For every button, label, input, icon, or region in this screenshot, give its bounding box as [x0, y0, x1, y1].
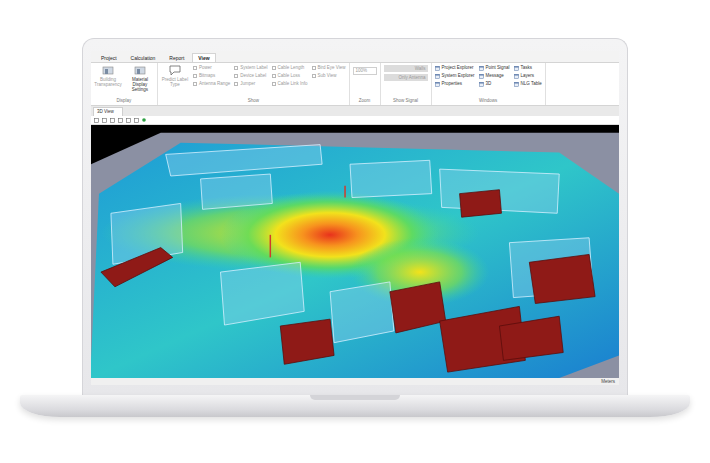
- window-toggle[interactable]: 3D: [479, 81, 510, 87]
- ribbon-checkbox[interactable]: Bird Eye View: [312, 65, 346, 71]
- window-icon: [435, 66, 440, 71]
- app-window: ProjectCalculationReportViewBuilding Tra…: [91, 51, 619, 385]
- window-toggle[interactable]: Point Signal: [479, 65, 510, 71]
- tool-icon[interactable]: [134, 118, 139, 123]
- ribbon-checkbox[interactable]: Cable Link Info: [272, 81, 308, 87]
- checkbox-box[interactable]: [193, 82, 197, 86]
- ribbon-tabs: ProjectCalculationReportView: [91, 51, 619, 62]
- ribbon-checkbox[interactable]: Device Label: [234, 73, 267, 79]
- group-label: Show: [161, 98, 346, 104]
- window-toggle[interactable]: NLG Table: [514, 81, 542, 87]
- ribbon-column: Bird Eye View Sub View: [312, 65, 346, 79]
- display-icon: [102, 65, 114, 76]
- checkbox-box[interactable]: [193, 74, 197, 78]
- ribbon-checkbox[interactable]: Bitmaps: [193, 73, 230, 79]
- signal-button[interactable]: Only Antenna: [384, 74, 428, 81]
- window-icon: [514, 82, 519, 87]
- 3d-view[interactable]: [91, 125, 619, 378]
- tool-icon[interactable]: [110, 118, 115, 123]
- laptop-base: [20, 395, 690, 417]
- checkbox-box[interactable]: [234, 74, 238, 78]
- laptop-screen: ProjectCalculationReportViewBuilding Tra…: [82, 38, 628, 395]
- ribbon-checkbox[interactable]: Power: [193, 65, 230, 71]
- window-toggle[interactable]: Message: [479, 73, 510, 79]
- laptop-mockup: ProjectCalculationReportViewBuilding Tra…: [0, 0, 710, 463]
- ribbon-group: 100% Zoom: [350, 63, 381, 105]
- ribbon-column: Project Explorer System Explorer Propertie…: [435, 65, 475, 87]
- window-icon: [479, 74, 484, 79]
- ribbon-group: Project Explorer System Explorer Propertie…: [432, 63, 546, 105]
- checkbox-box[interactable]: [272, 82, 276, 86]
- tool-icon[interactable]: [126, 118, 131, 123]
- ribbon-checkbox[interactable]: System Label: [234, 65, 267, 71]
- zoom-field[interactable]: 100%: [353, 67, 377, 75]
- status-bar: Meters: [91, 378, 619, 385]
- ribbon-column: Power Bitmaps Antenna Range: [193, 65, 230, 87]
- tool-icon[interactable]: [94, 118, 99, 123]
- display-icon: [134, 65, 146, 76]
- window-toggle[interactable]: Layers: [514, 73, 542, 79]
- group-label: Display: [94, 98, 154, 104]
- ribbon-checkbox[interactable]: Antenna Range: [193, 81, 230, 87]
- checkbox-box[interactable]: [272, 66, 276, 70]
- ribbon-big-button[interactable]: Predict Label Type: [161, 65, 189, 87]
- checkbox-box[interactable]: [193, 66, 197, 70]
- window-toggle[interactable]: Properties: [435, 81, 475, 87]
- ribbon-group: Walls Only Antenna Show Signal: [381, 63, 432, 105]
- speech-bubble-icon: [169, 65, 181, 76]
- ribbon-tab[interactable]: View: [192, 53, 215, 62]
- signal-button[interactable]: Walls: [384, 65, 428, 72]
- ribbon-checkbox[interactable]: Cable Loss: [272, 73, 308, 79]
- checkbox-box[interactable]: [312, 74, 316, 78]
- ribbon-group: Predict Label Type Power Bitmaps Antenna Ra…: [158, 63, 350, 105]
- signal-heatmap-3d[interactable]: [91, 125, 619, 378]
- status-dot-icon: [142, 118, 146, 122]
- ribbon-checkbox[interactable]: Sub View: [312, 73, 346, 79]
- group-label: Windows: [435, 98, 542, 104]
- window-toggle[interactable]: System Explorer: [435, 73, 475, 79]
- ribbon: Building TransparencyMaterial Display Se…: [91, 62, 619, 106]
- ribbon-column: System Label Device Label Jumper: [234, 65, 267, 87]
- checkbox-box[interactable]: [234, 82, 238, 86]
- laptop-notch: [310, 395, 400, 400]
- ribbon-group: Building TransparencyMaterial Display Se…: [91, 63, 158, 105]
- window-icon: [479, 82, 484, 87]
- ribbon-column: 100%: [353, 65, 377, 75]
- ribbon-column: Tasks Layers NLG Table: [514, 65, 542, 87]
- window-icon: [435, 82, 440, 87]
- window-toggle[interactable]: Tasks: [514, 65, 542, 71]
- checkbox-box[interactable]: [234, 66, 238, 70]
- window-toggle[interactable]: Project Explorer: [435, 65, 475, 71]
- ribbon-big-button[interactable]: Material Display Settings: [126, 65, 154, 92]
- document-tab[interactable]: 3D View: [93, 107, 123, 116]
- ribbon-checkbox[interactable]: Cable Length: [272, 65, 308, 71]
- tool-icon[interactable]: [102, 118, 107, 123]
- view-toolbar: [91, 116, 619, 125]
- ribbon-column: Cable Length Cable Loss Cable Link Info: [272, 65, 308, 87]
- window-icon: [514, 74, 519, 79]
- window-icon: [435, 74, 440, 79]
- checkbox-box[interactable]: [312, 66, 316, 70]
- window-icon: [514, 66, 519, 71]
- document-tabs: 3D View: [91, 106, 619, 116]
- ribbon-tab[interactable]: Calculation: [125, 53, 162, 62]
- tool-icon[interactable]: [118, 118, 123, 123]
- ribbon-tab[interactable]: Report: [163, 53, 190, 62]
- group-label: Zoom: [353, 98, 377, 104]
- ribbon-big-button[interactable]: Building Transparency: [94, 65, 122, 87]
- group-label: Show Signal: [384, 98, 428, 104]
- ribbon-column: Walls Only Antenna: [384, 65, 428, 81]
- ribbon-checkbox[interactable]: Jumper: [234, 81, 267, 87]
- window-icon: [479, 66, 484, 71]
- ribbon-tab[interactable]: Project: [95, 53, 123, 62]
- checkbox-box[interactable]: [272, 74, 276, 78]
- ribbon-column: Point Signal Message 3D: [479, 65, 510, 87]
